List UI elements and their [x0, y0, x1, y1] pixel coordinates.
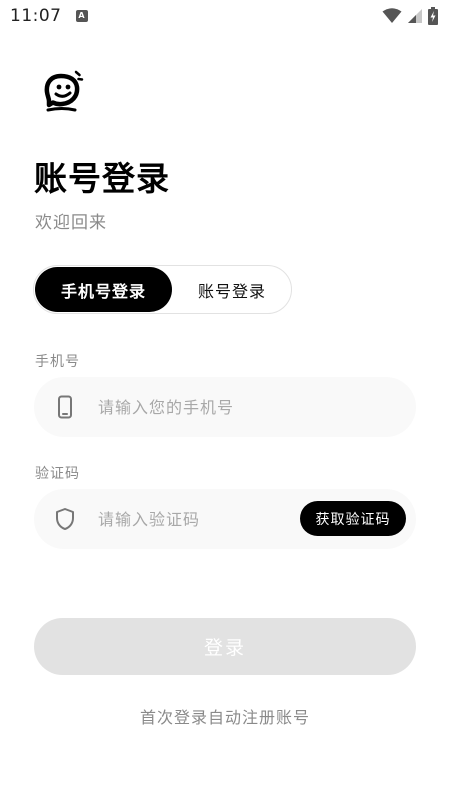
page-subtitle: 欢迎回来	[35, 213, 107, 233]
page-title: 账号登录	[34, 159, 170, 198]
battery-charging-icon	[428, 7, 438, 25]
wifi-icon	[382, 8, 402, 23]
login-screen: 11:07 A 账号登录 欢迎回来 手机号登录 账号登录 手机号 请输入您的手机…	[0, 0, 450, 800]
cell-signal-icon	[408, 9, 422, 23]
register-hint: 首次登录自动注册账号	[139, 708, 310, 727]
status-bar: 11:07 A	[0, 0, 450, 32]
notification-glyph: A	[78, 11, 85, 20]
get-code-button[interactable]: 获取验证码	[300, 501, 406, 536]
phone-input[interactable]	[98, 387, 328, 427]
phone-icon	[58, 395, 72, 419]
tab-account-login[interactable]: 账号登录	[172, 267, 292, 312]
login-button[interactable]: 登录	[34, 618, 416, 675]
chat-bubble-face-icon	[44, 70, 84, 112]
code-field: 获取验证码	[34, 489, 416, 549]
notification-icon: A	[75, 10, 88, 22]
code-field-label: 验证码	[35, 466, 80, 482]
code-input[interactable]	[98, 499, 298, 539]
login-method-tabs: 手机号登录 账号登录	[33, 265, 292, 314]
phone-field-label: 手机号	[35, 354, 80, 370]
status-left: 11:07 A	[10, 6, 88, 26]
tab-phone-login[interactable]: 手机号登录	[35, 267, 172, 312]
status-right	[382, 7, 438, 25]
shield-icon	[56, 508, 74, 530]
status-time: 11:07	[10, 6, 62, 26]
phone-field	[34, 377, 416, 437]
